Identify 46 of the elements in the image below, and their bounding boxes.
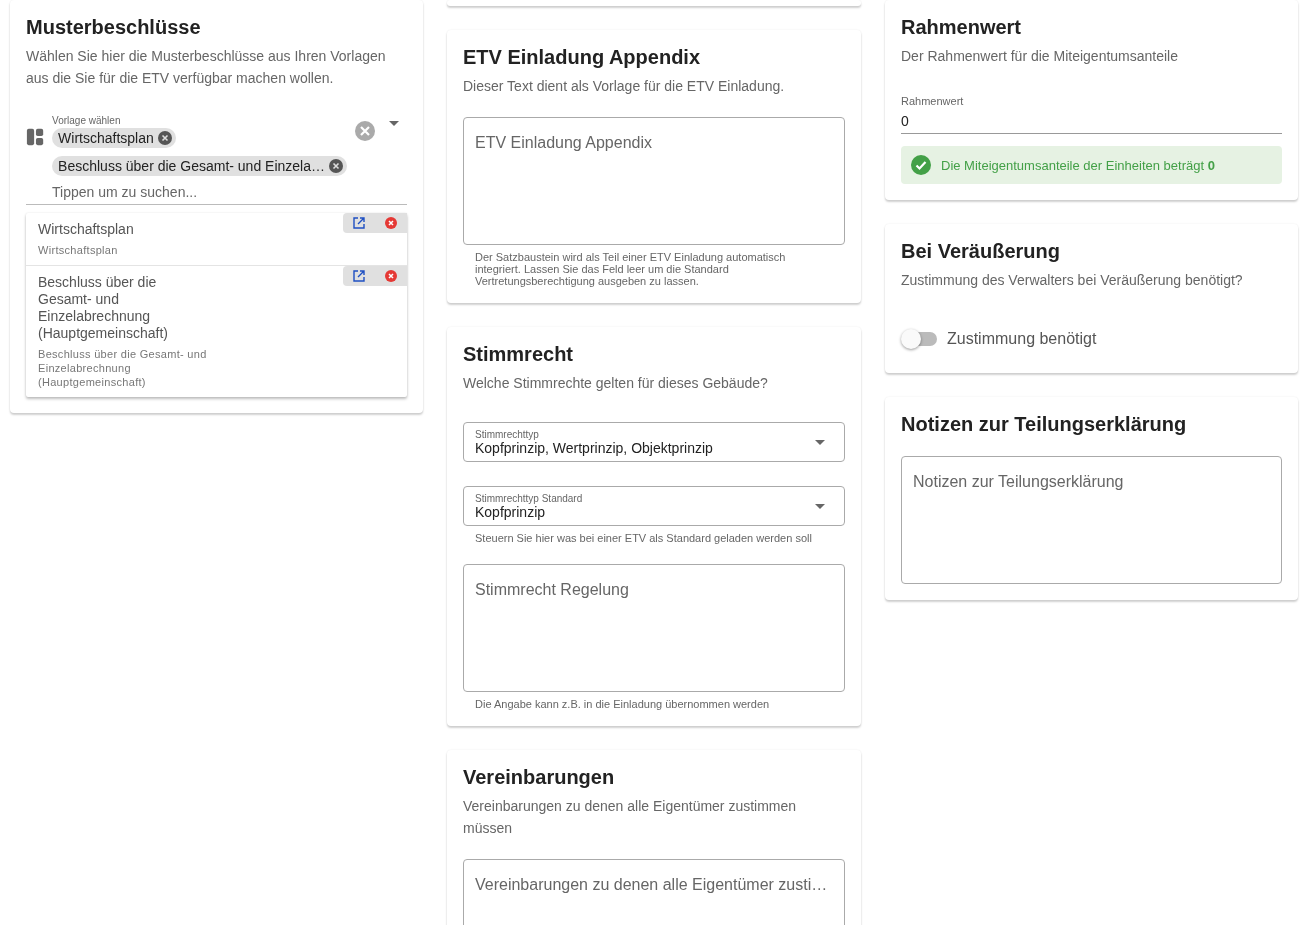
check-circle-icon — [911, 155, 931, 175]
option-subtitle: Beschluss über die Gesamt- und Einzelabrechnung (Hauptgemeinschaft) — [38, 347, 208, 389]
card-title: Bei Veräußerung — [901, 240, 1061, 263]
toggle-label: Zustimmung benötigt — [947, 330, 1097, 348]
card-title: Stimmrecht — [463, 343, 575, 366]
field-label: Rahmenwert — [901, 95, 965, 107]
toggle-switch[interactable] — [901, 329, 939, 349]
remove-icon[interactable] — [157, 131, 172, 145]
text-area[interactable]: ETV Einladung Appendix — [463, 117, 845, 245]
number-input[interactable]: 0 — [901, 107, 1282, 129]
open-external-icon[interactable] — [353, 217, 365, 229]
option-title[interactable]: Beschluss über die Gesamt- und Einzelabrechnung (Hauptgemeinschaft) — [38, 274, 208, 342]
dropdown-caret-icon[interactable] — [815, 503, 825, 509]
field-label: Vorlage wählen — [52, 115, 121, 126]
card-title: ETV Einladung Appendix — [463, 46, 702, 69]
helper-text: Der Satzbaustein wird als Teil einer ETV Einladung automatisch integriert. Lassen Sie das Feld leer um die Standard Vertretungsberechtigung ausgeben zu lassen. — [474, 250, 787, 287]
card-description: Dieser Text dient als Vorlage für die ETV Einladung. — [463, 77, 786, 96]
text-area[interactable]: Stimmrecht Regelung — [463, 564, 845, 692]
open-external-icon[interactable] — [353, 270, 365, 282]
delete-icon[interactable] — [385, 217, 397, 229]
delete-icon[interactable] — [385, 270, 397, 282]
card-title: Rahmenwert — [901, 16, 1023, 39]
remove-icon[interactable] — [329, 159, 343, 173]
select-field[interactable]: Stimmrechttyp Standard Kopfprinzip — [463, 486, 845, 526]
alert-text: Die Miteigentumsanteile der Einheiten beträgt 0 — [941, 157, 1215, 173]
card-description: Welche Stimmrechte gelten für dieses Gebäude? — [463, 374, 769, 393]
chip[interactable]: Beschluss über die Gesamt- und Einzela… — [52, 156, 347, 176]
option-subtitle: Wirtschaftsplan — [38, 243, 119, 257]
dropdown-caret-icon[interactable] — [389, 121, 399, 126]
dropdown-caret-icon[interactable] — [815, 439, 825, 445]
card-title: Notizen zur Teilungserklärung — [901, 413, 1188, 436]
text-area[interactable]: Notizen zur Teilungserklärung — [901, 456, 1282, 584]
chip[interactable]: Wirtschaftsplan — [52, 128, 176, 148]
text-area[interactable]: Vereinbarungen zu denen alle Eigentümer zusti… — [463, 859, 845, 925]
card-description: Wählen Sie hier die Musterbeschlüsse aus Ihren Vorlagen aus die Sie für die ETV verfügbar machen wollen. — [26, 47, 387, 88]
option-title[interactable]: Wirtschaftsplan — [38, 221, 208, 238]
helper-text: Steuern Sie hier was bei einer ETV als Standard geladen werden soll — [474, 531, 813, 544]
card-description: Zustimmung des Verwalters bei Veräußerung benötigt? — [901, 271, 1244, 290]
card-title: Vereinbarungen — [463, 766, 616, 789]
search-placeholder[interactable]: Tippen um zu suchen... — [52, 184, 198, 200]
card-description: Vereinbarungen zu denen alle Eigentümer zustimmen müssen — [463, 797, 798, 838]
card-description: Der Rahmenwert für die Miteigentumsanteile — [901, 47, 1179, 66]
select-field[interactable]: Stimmrechttyp Kopfprinzip, Wertprinzip, Objektprinzip — [463, 422, 845, 462]
helper-text: Die Angabe kann z.B. in die Einladung übernommen werden — [474, 697, 771, 710]
dashboard-icon — [26, 127, 45, 147]
card-title: Musterbeschlüsse — [26, 16, 202, 39]
